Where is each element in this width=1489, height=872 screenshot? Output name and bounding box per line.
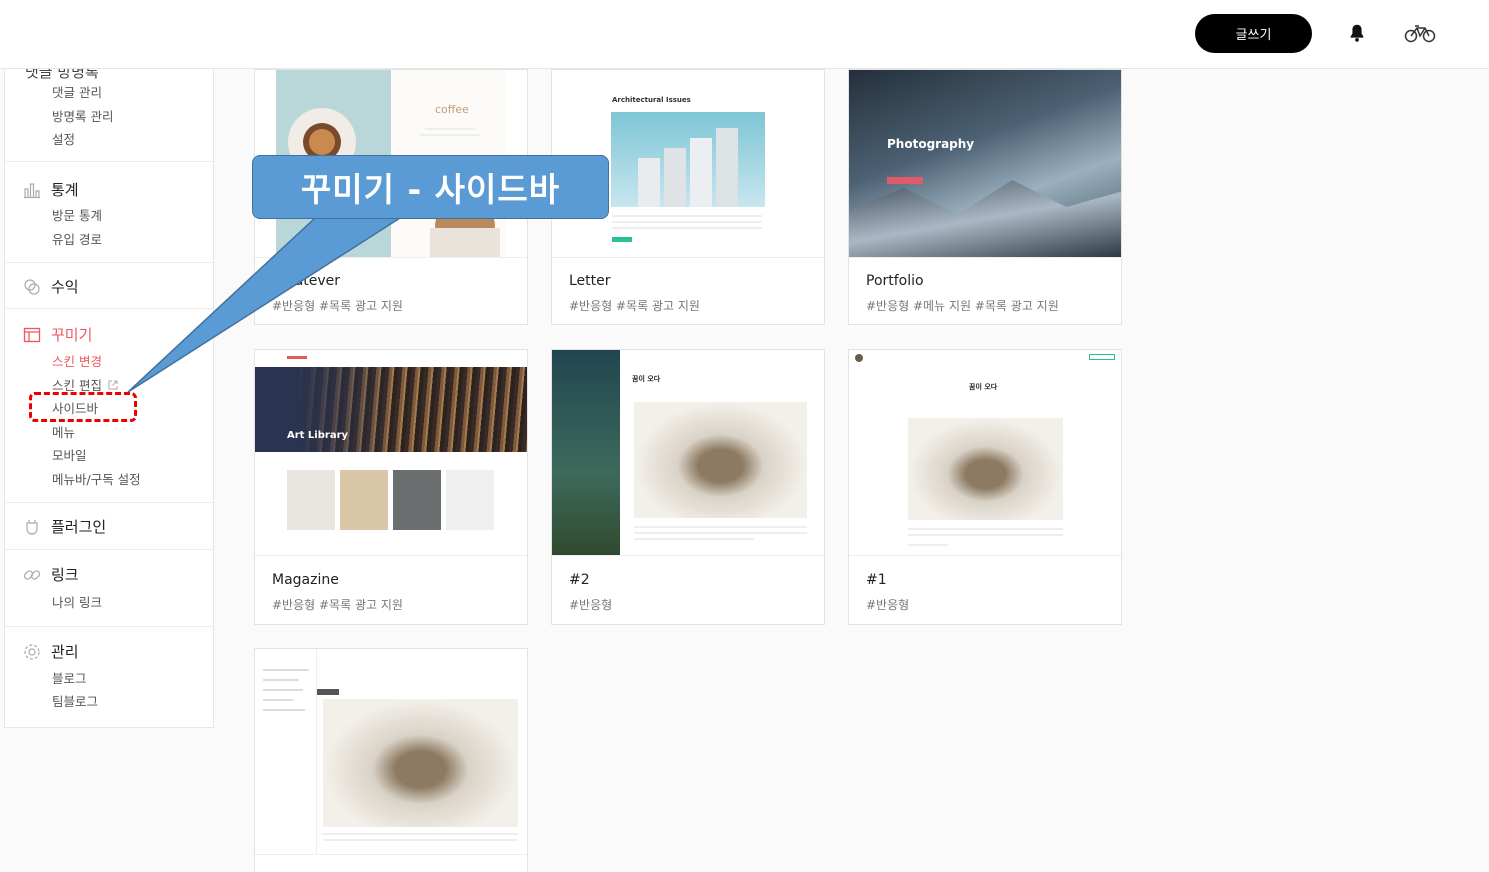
sidebar-heading-plugin-label: 플러그인 — [51, 518, 107, 536]
sidebar-heading-stats[interactable]: 통계 — [23, 179, 79, 200]
sidebar-item-mobile[interactable]: 모바일 — [52, 445, 87, 464]
skin-thumbnail: Art Library — [255, 350, 527, 555]
top-bar: 글쓰기 — [0, 0, 1489, 69]
skin-tags: #반응형 #목록 광고 지원 — [569, 299, 700, 313]
callout-label: 꾸미기 - 사이드바 — [252, 155, 609, 219]
sidebar-item-referrers[interactable]: 유입 경로 — [52, 229, 102, 248]
sidebar-heading-stats-label: 통계 — [51, 181, 79, 199]
sidebar-section-plugin: 플러그인 — [5, 503, 213, 550]
sidebar-heading-plugin[interactable]: 플러그인 — [23, 516, 106, 537]
sidebar-section-manage: 관리 블로그 팀블로그 — [5, 627, 213, 727]
sidebar-heading-decorate[interactable]: 꾸미기 — [23, 324, 92, 345]
sidebar-section-revenue: 수익 — [5, 263, 213, 309]
skin-tags: #반응형 #목록 광고 지원 — [272, 299, 403, 313]
skin-card-2[interactable]: 꿈이 오다 #2 #반응형 — [551, 349, 825, 625]
skin-card-magazine[interactable]: Art Library Magazine #반응형 #목록 광고 지원 — [254, 349, 528, 625]
sidebar-item-settings[interactable]: 설정 — [52, 129, 75, 148]
highlight-box — [29, 392, 137, 422]
sidebar-item-menu[interactable]: 메뉴 — [52, 422, 75, 441]
skin-tags: #반응형 #메뉴 지원 #목록 광고 지원 — [866, 299, 1059, 313]
sidebar-heading-manage-label: 관리 — [51, 643, 79, 661]
thumb-title-text: 꿈이 오다 — [632, 375, 661, 383]
thumb-letter-text: Architectural Issues — [612, 96, 691, 104]
thumb-photography-text: Photography — [887, 137, 975, 151]
sidebar-heading-manage[interactable]: 관리 — [23, 641, 79, 662]
sidebar-item-blog[interactable]: 블로그 — [52, 668, 87, 687]
thumb-coffee-text: coffee — [435, 103, 469, 116]
skin-card-1[interactable]: 꿈이 오다 #1 #반응형 — [848, 349, 1122, 625]
skin-thumbnail: 꿈이 오다 — [849, 350, 1121, 555]
sidebar-heading-link[interactable]: 링크 — [23, 564, 79, 585]
skin-name: Whatever — [272, 273, 341, 289]
skin-tags: #반응형 #목록 광고 지원 — [272, 598, 403, 612]
sidebar-heading-revenue[interactable]: 수익 — [23, 276, 79, 297]
thumb-art-library-text: Art Library — [287, 430, 349, 441]
sidebar-heading-revenue-label: 수익 — [51, 278, 79, 296]
plugin-icon — [26, 519, 38, 535]
write-button[interactable]: 글쓰기 — [1195, 14, 1312, 53]
skin-thumbnail — [255, 649, 527, 854]
sidebar-item-team-blog[interactable]: 팀블로그 — [52, 691, 98, 710]
sidebar-item-visits[interactable]: 방문 통계 — [52, 205, 102, 224]
skin-card-portfolio[interactable]: Photography Portfolio #반응형 #메뉴 지원 #목록 광고… — [848, 69, 1122, 325]
sidebar-item-my-links[interactable]: 나의 링크 — [52, 592, 102, 611]
sidebar-item-comments[interactable]: 댓글 관리 — [52, 82, 102, 101]
coin-icon — [24, 278, 40, 295]
layout-icon — [23, 327, 41, 342]
sidebar-heading-decorate-label: 꾸미기 — [51, 326, 93, 344]
skin-name: #1 — [866, 572, 887, 588]
skin-name: Portfolio — [866, 273, 924, 289]
sidebar-heading-link-label: 링크 — [51, 566, 79, 584]
gear-icon — [24, 643, 40, 660]
skin-name: Letter — [569, 273, 611, 289]
sidebar-item-menubar[interactable]: 메뉴바/구독 설정 — [52, 469, 141, 488]
sidebar-item-skin-edit-label: 스킨 편집 — [52, 378, 102, 393]
sidebar-item-skin-change[interactable]: 스킨 변경 — [52, 351, 102, 370]
skin-tags: #반응형 — [569, 598, 613, 612]
sidebar-item-guestbook[interactable]: 방명록 관리 — [52, 106, 113, 125]
skin-thumbnail: 꿈이 오다 — [552, 350, 824, 555]
skin-name: Magazine — [272, 572, 339, 588]
link-icon — [23, 569, 41, 580]
sidebar-section-link: 링크 나의 링크 — [5, 550, 213, 627]
sidebar-section-comments: 댓글 방명록 댓글 관리 방명록 관리 설정 — [5, 69, 213, 162]
skin-card-7[interactable] — [254, 648, 528, 872]
bar-chart-icon — [24, 182, 40, 198]
sidebar-section-stats: 통계 방문 통계 유입 경로 — [5, 162, 213, 263]
skin-thumbnail: Photography — [849, 70, 1121, 257]
thumb-title-text: 꿈이 오다 — [969, 383, 998, 391]
bicycle-icon[interactable] — [1404, 22, 1436, 44]
bell-icon[interactable] — [1346, 22, 1368, 44]
external-link-icon — [108, 380, 118, 390]
skin-name: #2 — [569, 572, 590, 588]
sidebar-partial-heading: 댓글 방명록 — [25, 69, 99, 81]
skin-tags: #반응형 — [866, 598, 910, 612]
